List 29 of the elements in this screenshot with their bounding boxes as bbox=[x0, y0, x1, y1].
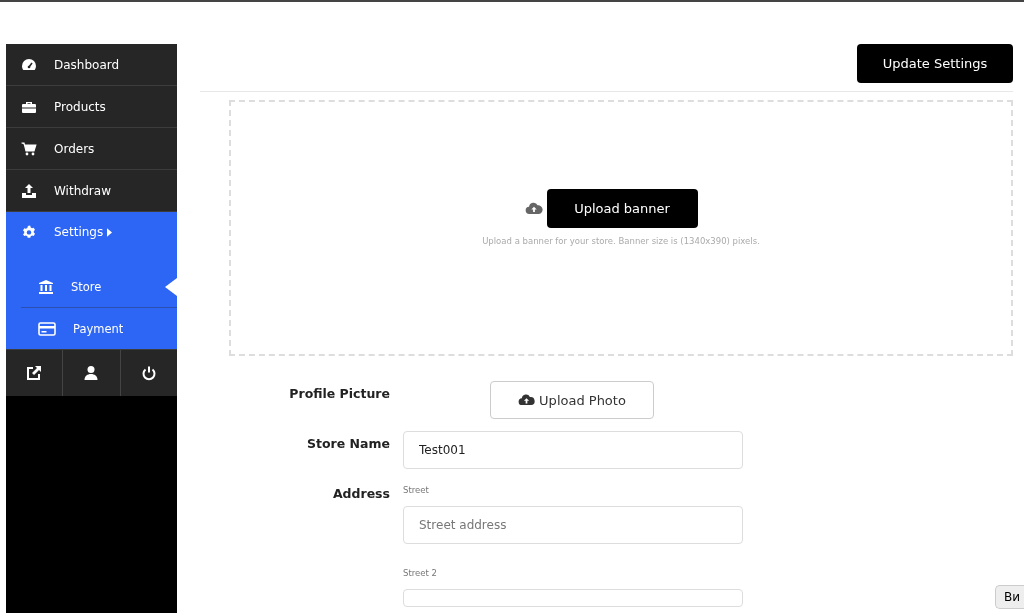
external-link-icon[interactable] bbox=[26, 365, 43, 381]
bottom-bar-button[interactable]: Ви bbox=[994, 585, 1024, 609]
settings-icon bbox=[21, 224, 37, 240]
field-caption: Street bbox=[403, 485, 430, 495]
update-settings-button[interactable]: Update Settings bbox=[857, 44, 1013, 83]
power-icon[interactable] bbox=[140, 365, 157, 381]
submenu-item[interactable]: Payment bbox=[21, 308, 177, 349]
upload-icon bbox=[21, 182, 37, 199]
sidebar-item[interactable]: Settings bbox=[6, 212, 177, 252]
upload-photo-button[interactable]: Upload Photo bbox=[490, 381, 654, 419]
address-field[interactable]: Street address bbox=[403, 506, 743, 544]
field-label: Store Name bbox=[306, 435, 390, 453]
dashboard-icon bbox=[21, 56, 37, 73]
field-label: Address bbox=[331, 485, 390, 503]
credit-card-icon bbox=[38, 320, 56, 337]
store-name-field[interactable]: Test001 bbox=[403, 431, 743, 469]
submenu-item[interactable]: Store bbox=[21, 266, 177, 308]
caret-icon bbox=[107, 227, 113, 237]
field-label: Profile Picture bbox=[288, 385, 390, 403]
cart-icon bbox=[21, 140, 37, 157]
bank-icon bbox=[38, 278, 54, 295]
banner-hint: Upload a banner for your store. Banner size is (1340x390) pixels. bbox=[482, 235, 760, 246]
cloud-upload-icon bbox=[524, 201, 543, 215]
user-icon[interactable] bbox=[83, 365, 100, 381]
banner-dropzone[interactable]: Upload banner Upload a banner for your store. Banner size is (1340x390) pixels. bbox=[229, 100, 1013, 356]
address-field[interactable] bbox=[403, 589, 743, 607]
cloud-upload-icon bbox=[518, 394, 536, 406]
upload-banner-button[interactable]: Upload banner bbox=[546, 188, 698, 228]
field-caption: Street 2 bbox=[403, 568, 438, 578]
